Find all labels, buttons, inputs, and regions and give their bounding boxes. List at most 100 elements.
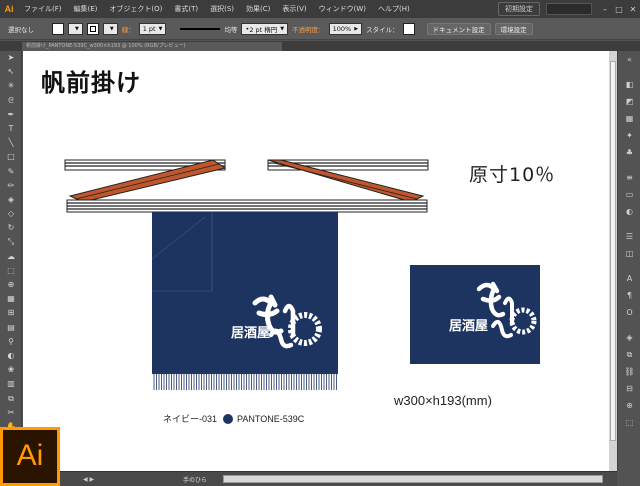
perspective-grid-tool-icon[interactable]: ▦ <box>0 292 22 306</box>
stroke-swatch[interactable] <box>86 22 99 35</box>
links-panel-icon[interactable]: ⛓ <box>618 363 640 380</box>
stroke-panel-icon[interactable]: ≡ <box>618 169 640 186</box>
opacity-field[interactable]: 100% ▶ <box>328 22 363 35</box>
tools-panel: ➤ ↖ ✳ ᘓ ✒ T ╲ □ ✎ ✏ ◈ ◇ ↻ ⤡ ☁ ⬚ ⊕ ▦ ⊞ ▤ … <box>0 51 22 445</box>
symbol-sprayer-tool-icon[interactable]: ❀ <box>0 363 22 377</box>
artboard-nav[interactable]: ◀ ▶ <box>83 476 94 483</box>
search-input[interactable] <box>546 3 592 15</box>
menu-file[interactable]: ファイル(F) <box>18 4 68 14</box>
preferences-button[interactable]: 環境設定 <box>494 22 533 35</box>
rotate-tool-icon[interactable]: ↻ <box>0 221 22 235</box>
menu-effect[interactable]: 効果(C) <box>240 4 276 14</box>
symbols-panel-icon[interactable]: ♣ <box>618 144 640 161</box>
color-code: PANTONE-539C <box>237 413 305 424</box>
transform-panel-icon[interactable]: ⬚ <box>618 414 640 431</box>
eraser-tool-icon[interactable]: ◇ <box>0 207 22 221</box>
blend-tool-icon[interactable]: ◐ <box>0 349 22 363</box>
menu-view[interactable]: 表示(V) <box>276 4 312 14</box>
shop-name-small-large: 居酒屋 <box>231 326 270 341</box>
selection-tool-icon[interactable]: ➤ <box>0 51 22 65</box>
stroke-profile-preview <box>180 27 221 30</box>
magic-wand-tool-icon[interactable]: ✳ <box>0 79 22 93</box>
stroke-weight-field[interactable]: 1 pt ▼ <box>138 22 167 35</box>
apron-large: 居酒屋 <box>151 212 338 390</box>
fill-swatch[interactable] <box>52 22 64 35</box>
appearance-panel-icon[interactable]: ☰ <box>618 228 640 245</box>
shape-builder-tool-icon[interactable]: ⊕ <box>0 278 22 292</box>
maximize-icon[interactable]: □ <box>612 5 626 14</box>
color-panel-icon[interactable]: ◧ <box>618 76 640 93</box>
color-name: ネイビー-031 <box>163 414 218 424</box>
artboard-canvas[interactable]: 帆前掛け 原寸10％ 居酒屋 居酒屋 w300×h193(mm) ネイビー-03… <box>23 51 617 471</box>
right-panel-dock: « ◧ ◩ ▦ ✦ ♣ ≡ ▭ ◐ ☰ ◫ A ¶ O ◈ ⧉ ⛓ ⊟ ⊕ ⬚ <box>617 51 640 471</box>
graphic-style-swatch[interactable] <box>402 22 415 35</box>
style-label: スタイル： <box>366 25 399 34</box>
minimize-icon[interactable]: – <box>598 5 612 14</box>
collapse-panel-icon[interactable]: « <box>618 51 640 68</box>
column-graph-tool-icon[interactable]: ▥ <box>0 377 22 391</box>
opacity-label[interactable]: 不透明度： <box>292 24 325 34</box>
pencil-tool-icon[interactable]: ✏ <box>0 179 22 193</box>
align-panel-icon[interactable]: ⊟ <box>618 380 640 397</box>
slice-tool-icon[interactable]: ✂ <box>0 406 22 420</box>
menu-type[interactable]: 書式(T) <box>168 4 204 14</box>
document-setup-button[interactable]: ドキュメント設定 <box>426 22 491 35</box>
apron-small: 居酒屋 <box>410 265 540 364</box>
apron-artwork: 居酒屋 居酒屋 <box>64 159 540 390</box>
blob-brush-tool-icon[interactable]: ◈ <box>0 193 22 207</box>
illustrator-window: Ai ファイル(F) 編集(E) オブジェクト(O) 書式(T) 選択(S) 効… <box>0 0 640 486</box>
character-panel-icon[interactable]: A <box>618 270 640 287</box>
vertical-scrollbar[interactable] <box>609 51 617 471</box>
menu-bar: Ai ファイル(F) 編集(E) オブジェクト(O) 書式(T) 選択(S) 効… <box>0 0 640 18</box>
pathfinder-panel-icon[interactable]: ⊕ <box>618 397 640 414</box>
horizontal-scrollbar[interactable] <box>223 475 603 483</box>
type-tool-icon[interactable]: T <box>0 122 22 136</box>
mesh-tool-icon[interactable]: ⊞ <box>0 306 22 320</box>
stroke-profile-label[interactable]: 均等 <box>224 24 237 34</box>
current-tool-label: 手のひら <box>183 477 208 484</box>
gradient-tool-icon[interactable]: ▤ <box>0 321 22 335</box>
graphic-styles-icon[interactable]: ◫ <box>618 245 640 262</box>
menu-help[interactable]: ヘルプ(H) <box>372 4 416 14</box>
eyedropper-tool-icon[interactable]: ⚲ <box>0 335 22 349</box>
stroke-color-dropdown[interactable]: ▼ <box>102 22 118 35</box>
selection-status: 選択なし <box>8 25 34 34</box>
document-tab[interactable]: 帆前掛け_PANTONE-539C_w300×h193 @ 100% (RGB/… <box>22 42 282 51</box>
fill-dropdown[interactable]: ▼ <box>68 22 83 35</box>
document-tab-bar: 帆前掛け_PANTONE-539C_w300×h193 @ 100% (RGB/… <box>0 41 640 51</box>
rectangle-tool-icon[interactable]: □ <box>0 150 22 164</box>
apron-fringe <box>152 374 338 390</box>
paragraph-panel-icon[interactable]: ¶ <box>618 287 640 304</box>
artboards-panel-icon[interactable]: ⧉ <box>618 346 640 363</box>
app-logo-icon: Ai <box>0 0 18 18</box>
transparency-panel-icon[interactable]: ◐ <box>618 203 640 220</box>
color-guide-icon[interactable]: ◩ <box>618 93 640 110</box>
illustrator-logo: Ai <box>0 427 60 486</box>
close-icon[interactable]: ✕ <box>626 5 640 14</box>
menu-window[interactable]: ウィンドウ(W) <box>313 4 372 14</box>
artboard-tool-icon[interactable]: ⧉ <box>0 392 22 406</box>
opentype-panel-icon[interactable]: O <box>618 304 640 321</box>
stroke-label[interactable]: 線： <box>122 24 135 34</box>
brushes-panel-icon[interactable]: ✦ <box>618 127 640 144</box>
menu-edit[interactable]: 編集(E) <box>68 4 104 14</box>
apron-straps <box>64 159 429 213</box>
menu-object[interactable]: オブジェクト(O) <box>103 4 168 14</box>
swatches-panel-icon[interactable]: ▦ <box>618 110 640 127</box>
menu-select[interactable]: 選択(S) <box>204 4 240 14</box>
lasso-tool-icon[interactable]: ᘓ <box>0 94 22 108</box>
scale-tool-icon[interactable]: ⤡ <box>0 235 22 249</box>
free-transform-tool-icon[interactable]: ⬚ <box>0 264 22 278</box>
layers-panel-icon[interactable]: ◈ <box>618 329 640 346</box>
color-swatch-dot <box>223 413 234 424</box>
gradient-panel-icon[interactable]: ▭ <box>618 186 640 203</box>
brush-dropdown[interactable]: • 2 pt 楕円 ▼ <box>241 22 289 35</box>
workspace-switcher[interactable]: 初期設定 <box>498 2 540 16</box>
color-caption: ネイビー-031 PANTONE-539C <box>163 412 304 425</box>
pen-tool-icon[interactable]: ✒ <box>0 108 22 122</box>
line-tool-icon[interactable]: ╲ <box>0 136 22 150</box>
paintbrush-tool-icon[interactable]: ✎ <box>0 165 22 179</box>
warp-tool-icon[interactable]: ☁ <box>0 250 22 264</box>
vertical-scroll-thumb[interactable] <box>610 61 616 441</box>
direct-selection-tool-icon[interactable]: ↖ <box>0 65 22 79</box>
